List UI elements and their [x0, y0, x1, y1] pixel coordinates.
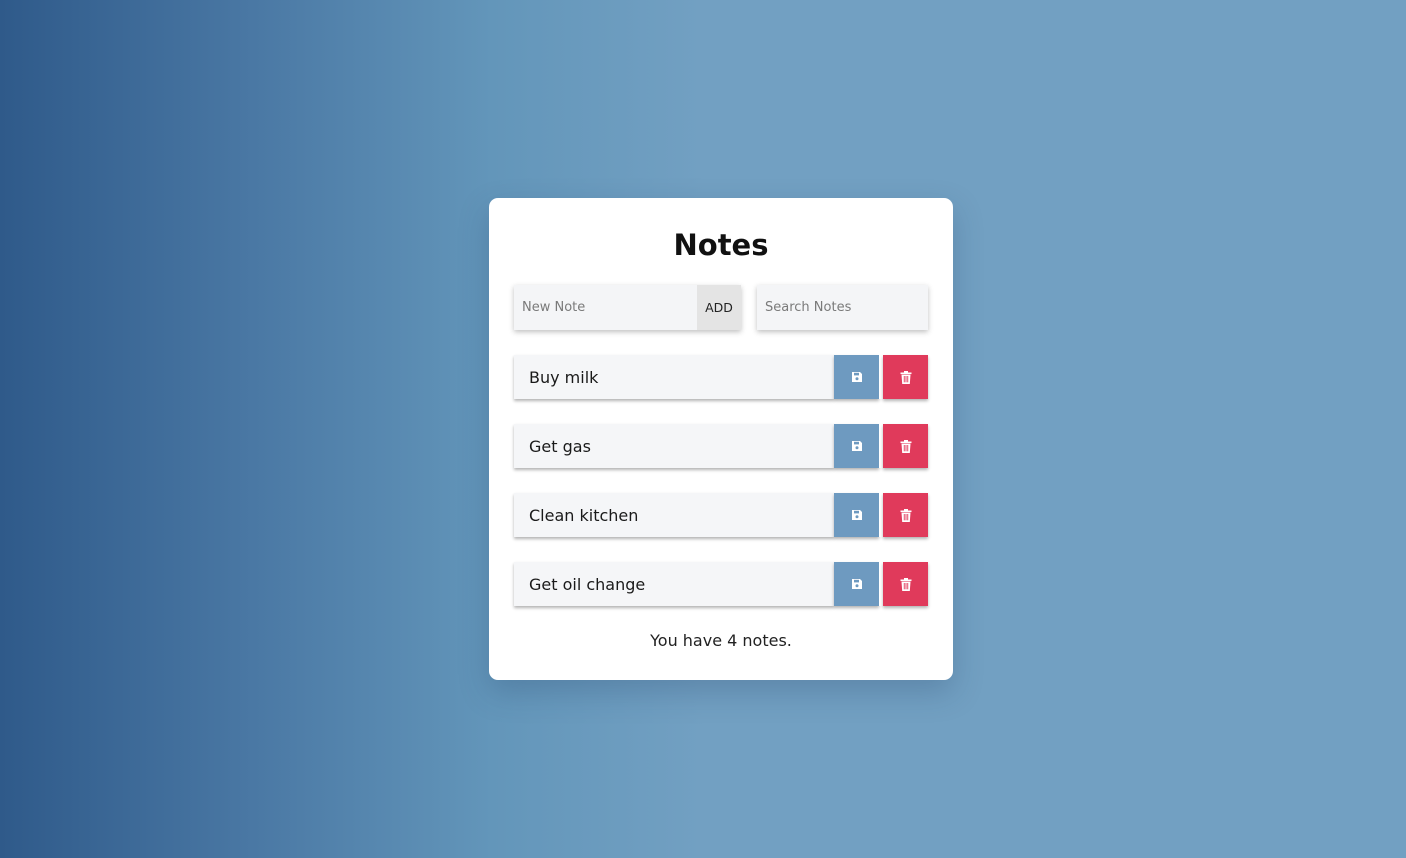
note-text-field[interactable]: Get oil change	[514, 562, 834, 606]
list-item: Get oil change	[514, 562, 928, 606]
floppy-disk-icon	[851, 440, 863, 452]
floppy-disk-icon	[851, 509, 863, 521]
trash-icon	[900, 577, 912, 591]
note-text-field[interactable]: Buy milk	[514, 355, 834, 399]
save-button[interactable]	[834, 355, 879, 399]
save-button[interactable]	[834, 562, 879, 606]
list-item: Get gas	[514, 424, 928, 468]
page-title: Notes	[673, 228, 769, 262]
delete-button[interactable]	[883, 493, 928, 537]
delete-button[interactable]	[883, 562, 928, 606]
list-item: Buy milk	[514, 355, 928, 399]
add-button[interactable]: ADD	[697, 285, 741, 330]
floppy-disk-icon	[851, 371, 863, 383]
delete-button[interactable]	[883, 424, 928, 468]
notes-card: Notes ADD Buy milk	[489, 198, 953, 680]
search-input[interactable]	[757, 285, 928, 330]
note-text-field[interactable]: Get gas	[514, 424, 834, 468]
note-text-field[interactable]: Clean kitchen	[514, 493, 834, 537]
note-list: Buy milk Get gas Clean kitchen Get oil c…	[514, 355, 928, 631]
trash-icon	[900, 439, 912, 453]
note-text: Get gas	[529, 436, 591, 456]
trash-icon	[900, 508, 912, 522]
trash-icon	[900, 370, 912, 384]
note-text: Buy milk	[529, 367, 599, 387]
new-note-input[interactable]	[514, 285, 697, 330]
note-count: You have 4 notes.	[650, 631, 792, 650]
save-button[interactable]	[834, 424, 879, 468]
delete-button[interactable]	[883, 355, 928, 399]
note-text: Clean kitchen	[529, 505, 639, 525]
controls-row: ADD	[514, 285, 928, 330]
list-item: Clean kitchen	[514, 493, 928, 537]
new-note-group: ADD	[514, 285, 741, 330]
save-button[interactable]	[834, 493, 879, 537]
floppy-disk-icon	[851, 578, 863, 590]
note-text: Get oil change	[529, 574, 646, 594]
